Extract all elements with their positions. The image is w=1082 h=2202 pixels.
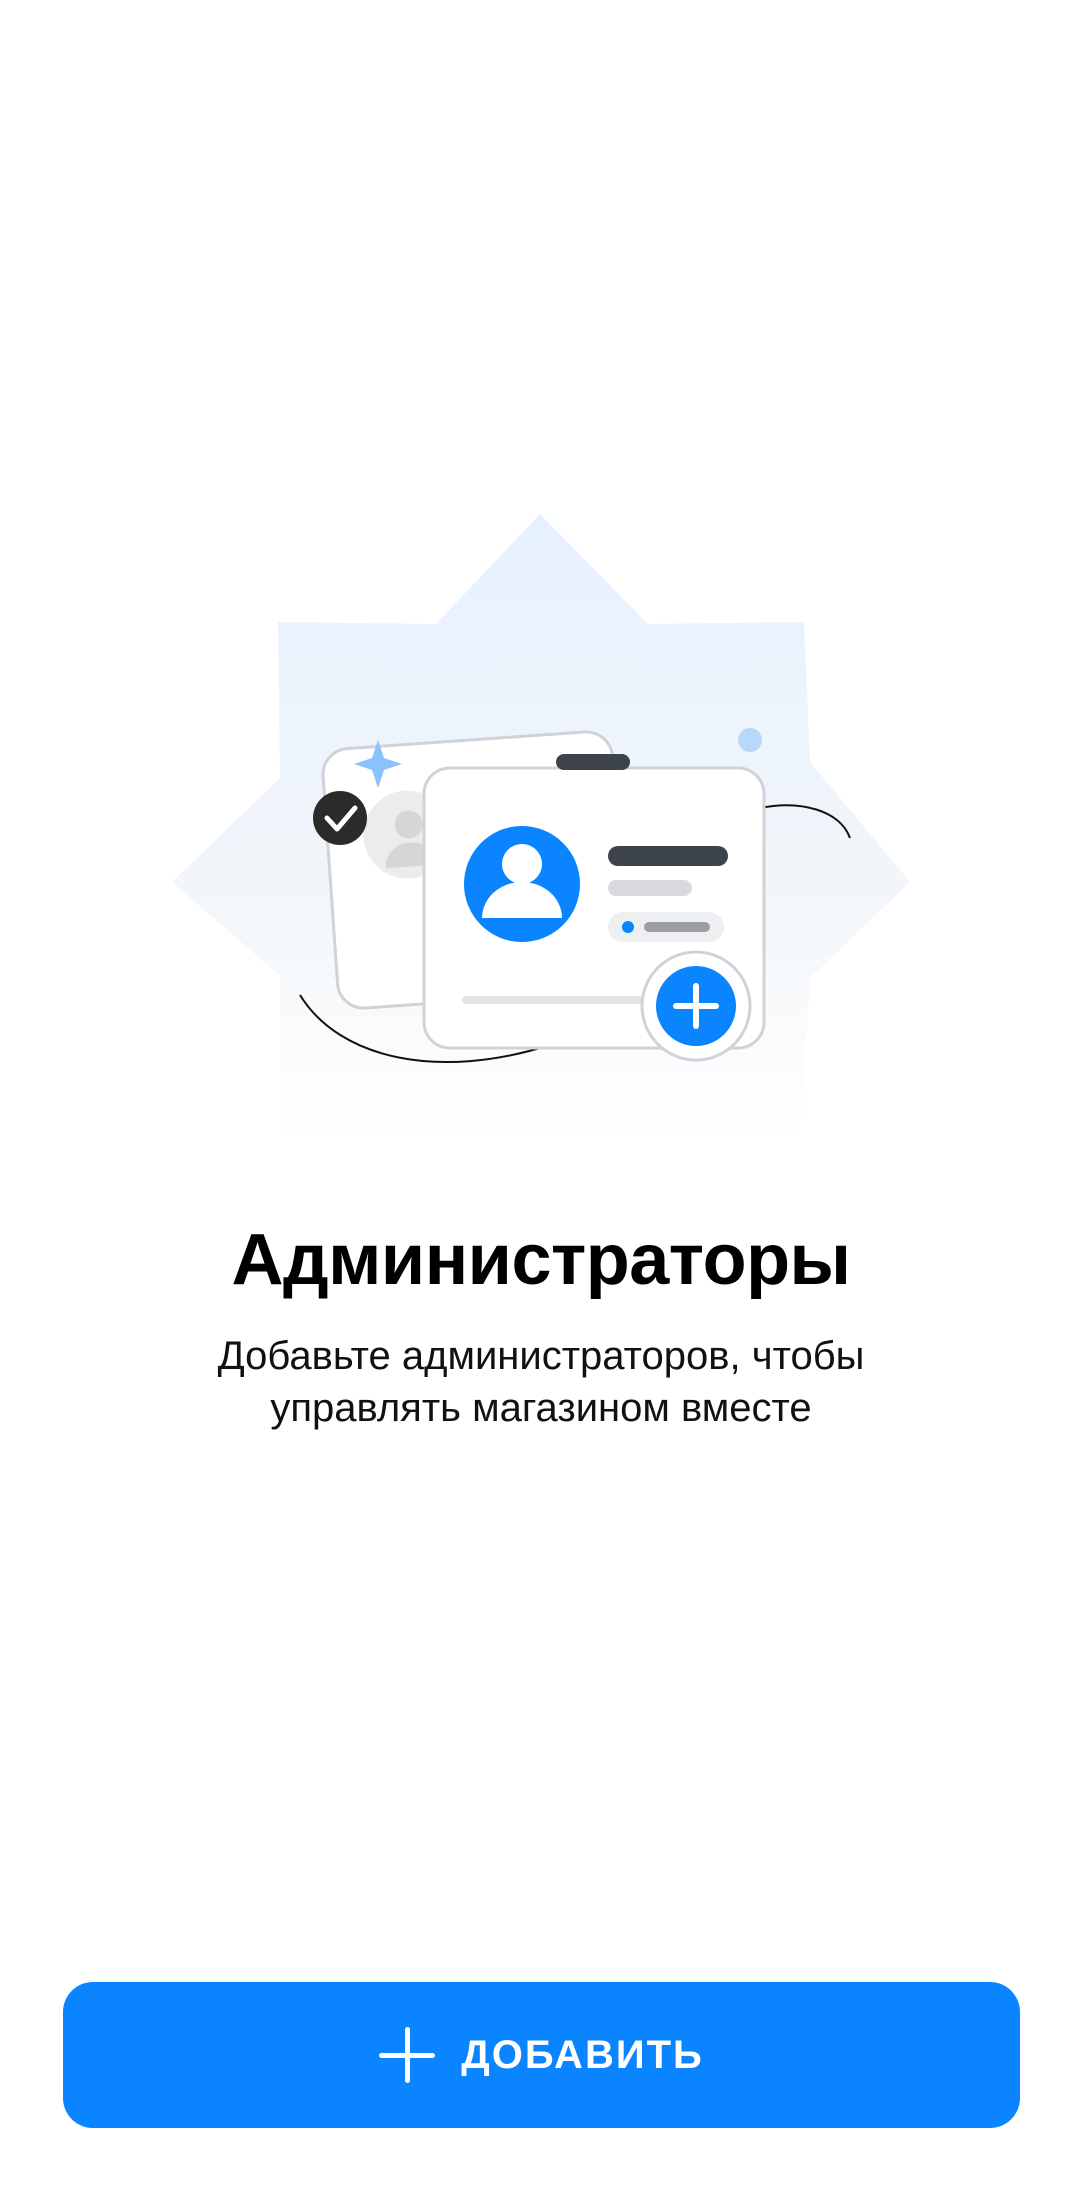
page-subtitle: Добавьте администраторов, чтобы управлят…	[217, 1334, 865, 1430]
page-title: Администраторы	[231, 1220, 851, 1300]
check-badge-icon	[313, 791, 367, 845]
add-plus-badge-icon	[640, 950, 752, 1062]
admins-illustration	[160, 500, 920, 1160]
decorative-dot	[738, 728, 762, 752]
add-button-label: ДОБАВИТЬ	[461, 2032, 704, 2077]
plus-icon	[379, 2027, 436, 2083]
add-admin-button[interactable]: ДОБАВИТЬ	[63, 1982, 1020, 2128]
